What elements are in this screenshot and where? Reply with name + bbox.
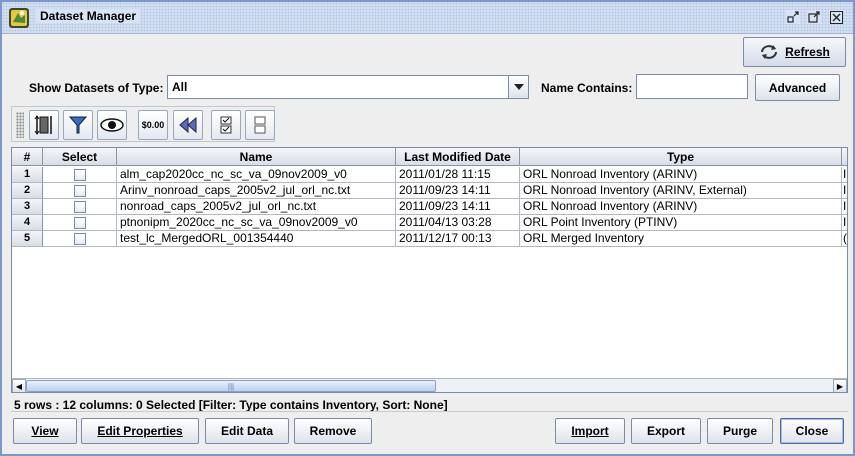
date-cell: 2011/04/13 03:28 [396,215,520,231]
extra-cell: I [842,167,847,183]
row-number: 3 [12,199,43,215]
dataset-type-value: All [172,80,188,94]
select-cell [43,199,117,215]
table-row[interactable]: 1 alm_cap2020cc_nc_sc_va_09nov2009_v0 20… [12,167,847,183]
format-numbers-icon[interactable]: $0.00 [138,110,168,140]
table-row[interactable]: 5 test_lc_MergedORL_001354440 2011/12/17… [12,231,847,247]
view-label: View [31,424,59,438]
date-cell: 2011/01/28 11:15 [396,167,520,183]
edit-data-button[interactable]: Edit Data [205,418,289,444]
select-cell [43,231,117,247]
dataset-type-label: Show Datasets of Type: [29,81,164,95]
row-checkbox[interactable] [74,169,86,181]
status-text: 5 rows : 12 columns: 0 Selected [Filter:… [14,398,448,412]
column-header-number[interactable]: # [12,148,43,166]
date-cell: 2011/09/23 14:11 [396,199,520,215]
date-cell: 2011/12/17 00:13 [396,231,520,247]
row-checkbox[interactable] [74,233,86,245]
extra-cell: I [842,199,847,215]
view-eye-icon[interactable] [97,110,127,140]
minimize-icon[interactable] [786,10,800,24]
edit-properties-button[interactable]: Edit Properties [81,418,199,444]
extra-cell: I [842,183,847,199]
filter-icon[interactable] [63,110,93,140]
select-all-icon[interactable] [211,110,241,140]
column-resize-icon[interactable] [29,110,59,140]
column-header-date[interactable]: Last Modified Date [396,148,520,166]
view-button[interactable]: View [13,418,77,444]
table-header: # Select Name Last Modified Date Type [12,148,847,166]
type-cell: ORL Nonroad Inventory (ARINV, External) [520,183,842,199]
refresh-label: Refresh [785,45,830,59]
window-title: Dataset Manager [36,9,141,23]
export-label: Export [646,424,685,438]
date-cell: 2011/09/23 14:11 [396,183,520,199]
title-bar[interactable]: Dataset Manager [2,2,853,34]
extra-cell: I [842,215,847,231]
purge-button[interactable]: Purge [707,418,773,444]
select-cell [43,215,117,231]
extra-cell: ( [842,231,847,247]
dataset-type-select[interactable]: All [167,75,529,99]
row-number: 5 [12,231,43,247]
horizontal-scrollbar[interactable]: ◀ ||| ▶ [12,378,847,392]
select-cell [43,167,117,183]
close-window-icon[interactable] [829,10,843,24]
table-toolbar: $0.00 [11,106,275,142]
remove-label: Remove [309,424,357,438]
table-row[interactable]: 2 Arinv_nonroad_caps_2005v2_jul_orl_nc.t… [12,183,847,199]
name-cell: nonroad_caps_2005v2_jul_orl_nc.txt [117,199,396,215]
chevron-down-icon[interactable] [508,76,528,98]
column-header-select[interactable]: Select [43,148,117,166]
import-button[interactable]: Import [555,418,625,444]
scrollbar-thumb[interactable]: ||| [26,380,436,392]
type-cell: ORL Merged Inventory [520,231,842,247]
refresh-button[interactable]: Refresh [743,37,846,67]
row-checkbox[interactable] [74,201,86,213]
close-label: Close [795,424,829,438]
remove-button[interactable]: Remove [294,418,372,444]
refresh-icon [761,45,778,59]
dataset-manager-window: Dataset Manager Refresh Show Datasets of… [0,0,855,456]
reset-rewind-icon[interactable] [173,110,203,140]
row-number: 2 [12,183,43,199]
status-separator [11,411,848,412]
row-number: 1 [12,167,43,183]
edit-data-label: Edit Data [220,424,273,438]
row-checkbox[interactable] [74,185,86,197]
format-numbers-text: $0.00 [141,120,165,130]
row-number: 4 [12,215,43,231]
name-contains-input[interactable] [636,74,748,99]
table-row[interactable]: 3 nonroad_caps_2005v2_jul_orl_nc.txt 201… [12,199,847,215]
column-header-name[interactable]: Name [117,148,396,166]
maximize-icon[interactable] [807,10,821,24]
name-cell: Arinv_nonroad_caps_2005v2_jul_orl_nc.txt [117,183,396,199]
type-cell: ORL Nonroad Inventory (ARINV) [520,199,842,215]
select-cell [43,183,117,199]
datasets-table: # Select Name Last Modified Date Type 1 … [11,147,848,393]
scroll-right-icon[interactable]: ▶ [833,379,847,392]
column-header-type[interactable]: Type [520,148,842,166]
advanced-button[interactable]: Advanced [755,74,840,101]
name-cell: ptnonipm_2020cc_nc_sc_va_09nov2009_v0 [117,215,396,231]
purge-label: Purge [722,424,757,438]
row-checkbox[interactable] [74,217,86,229]
import-label: Import [571,424,609,438]
type-cell: ORL Nonroad Inventory (ARINV) [520,167,842,183]
close-button[interactable]: Close [780,418,844,444]
clear-selection-icon[interactable] [245,110,275,140]
type-cell: ORL Point Inventory (PTINV) [520,215,842,231]
app-icon [9,8,29,28]
name-cell: alm_cap2020cc_nc_sc_va_09nov2009_v0 [117,167,396,183]
table-row[interactable]: 4 ptnonipm_2020cc_nc_sc_va_09nov2009_v0 … [12,215,847,231]
edit-properties-label: Edit Properties [97,424,183,438]
column-header-more[interactable] [842,148,847,166]
name-cell: test_lc_MergedORL_001354440 [117,231,396,247]
scroll-left-icon[interactable]: ◀ [12,379,26,392]
name-contains-label: Name Contains: [541,81,633,95]
export-button[interactable]: Export [631,418,701,444]
toolbar-grip[interactable] [16,112,24,138]
